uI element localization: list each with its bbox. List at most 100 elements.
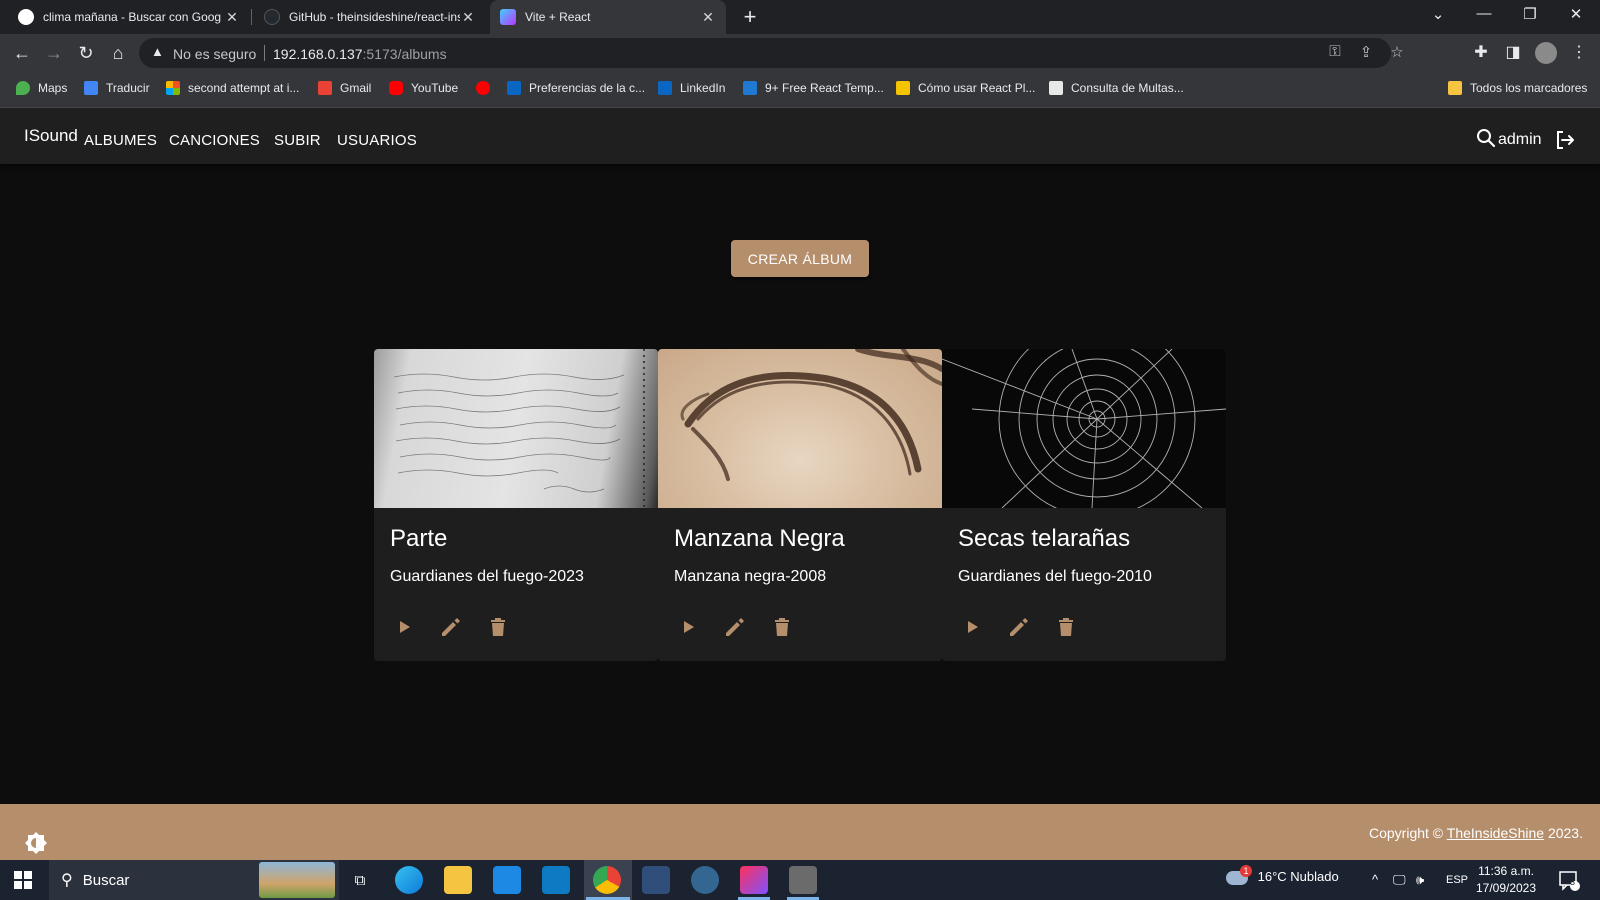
- vscode-icon[interactable]: [493, 866, 521, 894]
- back-icon[interactable]: ←: [10, 41, 34, 65]
- address-bar[interactable]: ▲ No es seguro 192.168.0.137:5173/albums…: [139, 38, 1404, 68]
- restore-button[interactable]: ❐: [1520, 5, 1540, 23]
- bookmark-maps[interactable]: Maps: [16, 81, 67, 95]
- bookmark-label: 9+ Free React Temp...: [765, 81, 884, 95]
- show-hidden-icons[interactable]: ^: [1372, 872, 1378, 887]
- weather-widget[interactable]: 1 16°C Nublado: [1226, 864, 1339, 885]
- bookmark-react-player[interactable]: Cómo usar React Pl...: [896, 81, 1035, 95]
- brand-logo[interactable]: ISound: [24, 126, 78, 146]
- notifications-icon[interactable]: [1558, 869, 1580, 891]
- all-bookmarks-folder[interactable]: Todos los marcadores: [1448, 81, 1587, 95]
- close-window-button[interactable]: ✕: [1566, 5, 1586, 23]
- extensions-icon[interactable]: ✚: [1470, 42, 1492, 62]
- bookmark-label: Maps: [38, 81, 68, 95]
- bookmark-second-attempt[interactable]: second attempt at i...: [166, 81, 299, 95]
- browser-tab-github[interactable]: GitHub - theinsideshine/react-ins ✕: [254, 0, 486, 34]
- gimp-icon[interactable]: [789, 866, 817, 894]
- mysql-workbench-icon[interactable]: [642, 866, 670, 894]
- delete-trash-icon[interactable]: [768, 613, 796, 641]
- album-title: Secas telarañas: [958, 525, 1131, 552]
- close-tab-icon[interactable]: ✕: [224, 9, 240, 26]
- tab-title: clima mañana - Buscar con Goog: [43, 10, 222, 24]
- volume-icon[interactable]: 🕪: [1416, 872, 1424, 888]
- edit-pencil-icon[interactable]: [436, 613, 464, 641]
- app-icon[interactable]: [542, 866, 570, 894]
- key-icon[interactable]: ⚿: [1325, 43, 1345, 60]
- clock-date: 17/09/2023: [1475, 881, 1537, 895]
- postgresql-icon[interactable]: [691, 866, 719, 894]
- close-tab-icon[interactable]: ✕: [700, 9, 716, 26]
- browser-tab-google[interactable]: clima mañana - Buscar con Goog ✕: [8, 0, 250, 34]
- windows-taskbar: ⚲ Buscar ⧉ 1 16°C Nublado ^ 🖵 🕪 ESP 11:3…: [0, 860, 1600, 900]
- profile-avatar[interactable]: [1535, 42, 1557, 64]
- bookmark-multas[interactable]: Consulta de Multas...: [1049, 81, 1184, 95]
- translate-icon: [84, 81, 98, 95]
- bookmark-gmail[interactable]: Gmail: [318, 81, 371, 95]
- search-icon[interactable]: [1476, 128, 1496, 148]
- delete-trash-icon[interactable]: [484, 613, 512, 641]
- nav-songs[interactable]: CANCIONES: [169, 132, 260, 149]
- security-label[interactable]: No es seguro: [173, 46, 256, 62]
- play-icon[interactable]: [390, 613, 418, 641]
- create-album-button[interactable]: CREAR ÁLBUM: [731, 240, 869, 277]
- menu-kebab-icon[interactable]: ⋮: [1568, 42, 1590, 62]
- app-navbar: ISound ALBUMES CANCIONES SUBIR USUARIOS …: [0, 108, 1600, 164]
- warning-icon[interactable]: ▲: [151, 44, 164, 59]
- play-icon[interactable]: [674, 613, 702, 641]
- reload-icon[interactable]: ↻: [74, 41, 98, 65]
- browser-tab-vite[interactable]: Vite + React ✕: [490, 0, 726, 34]
- home-icon[interactable]: ⌂: [106, 41, 130, 65]
- cloud-icon: 1: [1226, 864, 1252, 885]
- omnibox-divider: [264, 45, 265, 61]
- logout-icon[interactable]: [1553, 128, 1577, 152]
- url-text[interactable]: 192.168.0.137:5173/albums: [273, 46, 447, 62]
- minimize-button[interactable]: —: [1474, 5, 1494, 22]
- delete-trash-icon[interactable]: [1052, 613, 1080, 641]
- app-footer: Copyright © TheInsideShine 2023.: [0, 804, 1600, 860]
- bookmark-star-icon[interactable]: ☆: [1387, 43, 1407, 61]
- bookmark-target-icon[interactable]: [476, 81, 498, 95]
- folder-icon: [1448, 81, 1462, 95]
- nav-users[interactable]: USUARIOS: [337, 132, 417, 149]
- bookmark-react-templates[interactable]: 9+ Free React Temp...: [743, 81, 884, 95]
- album-subtitle: Manzana negra-2008: [674, 568, 827, 585]
- play-icon[interactable]: [958, 613, 986, 641]
- network-icon[interactable]: 🖵: [1393, 872, 1406, 888]
- bookmark-youtube[interactable]: YouTube: [389, 81, 458, 95]
- nav-albums[interactable]: ALBUMES: [84, 132, 157, 149]
- cat-icon: [896, 81, 910, 95]
- bookmark-traducir[interactable]: Traducir: [84, 81, 150, 95]
- copyright-prefix: Copyright ©: [1369, 825, 1447, 841]
- bookmark-preferencias[interactable]: Preferencias de la c...: [507, 81, 645, 95]
- bookmark-label: Preferencias de la c...: [529, 81, 646, 95]
- forward-icon[interactable]: →: [42, 41, 66, 65]
- template-icon: [743, 81, 757, 95]
- edge-icon[interactable]: [395, 866, 423, 894]
- share-icon[interactable]: ⇪: [1356, 43, 1376, 61]
- intellij-icon[interactable]: [740, 866, 768, 894]
- taskbar-search-box[interactable]: ⚲ Buscar: [49, 860, 339, 900]
- new-tab-button[interactable]: +: [738, 4, 762, 30]
- edit-pencil-icon[interactable]: [1004, 613, 1032, 641]
- url-host: 192.168.0.137: [273, 46, 363, 62]
- username-label[interactable]: admin: [1498, 131, 1542, 149]
- nav-upload[interactable]: SUBIR: [274, 132, 321, 149]
- close-tab-icon[interactable]: ✕: [460, 9, 476, 26]
- album-subtitle: Guardianes del fuego-2010: [958, 568, 1152, 585]
- author-link[interactable]: TheInsideShine: [1447, 825, 1544, 841]
- task-view-icon[interactable]: ⧉: [346, 866, 374, 894]
- bookmark-label: LinkedIn: [680, 81, 726, 95]
- clock[interactable]: 11:36 a.m. 17/09/2023: [1470, 863, 1542, 897]
- album-title: Parte: [390, 525, 448, 552]
- theme-toggle-icon[interactable]: [24, 831, 48, 855]
- chrome-icon[interactable]: [593, 866, 621, 894]
- edit-pencil-icon[interactable]: [720, 613, 748, 641]
- url-path: :5173/albums: [362, 46, 447, 62]
- file-explorer-icon[interactable]: [444, 866, 472, 894]
- side-panel-icon[interactable]: ◨: [1502, 42, 1524, 62]
- album-card: Secas telarañas Guardianes del fuego-201…: [942, 349, 1226, 661]
- windows-start-icon[interactable]: [14, 871, 32, 889]
- language-indicator[interactable]: ESP: [1446, 874, 1468, 886]
- tab-search-icon[interactable]: ⌄: [1428, 5, 1448, 23]
- bookmark-linkedin[interactable]: LinkedIn: [658, 81, 725, 95]
